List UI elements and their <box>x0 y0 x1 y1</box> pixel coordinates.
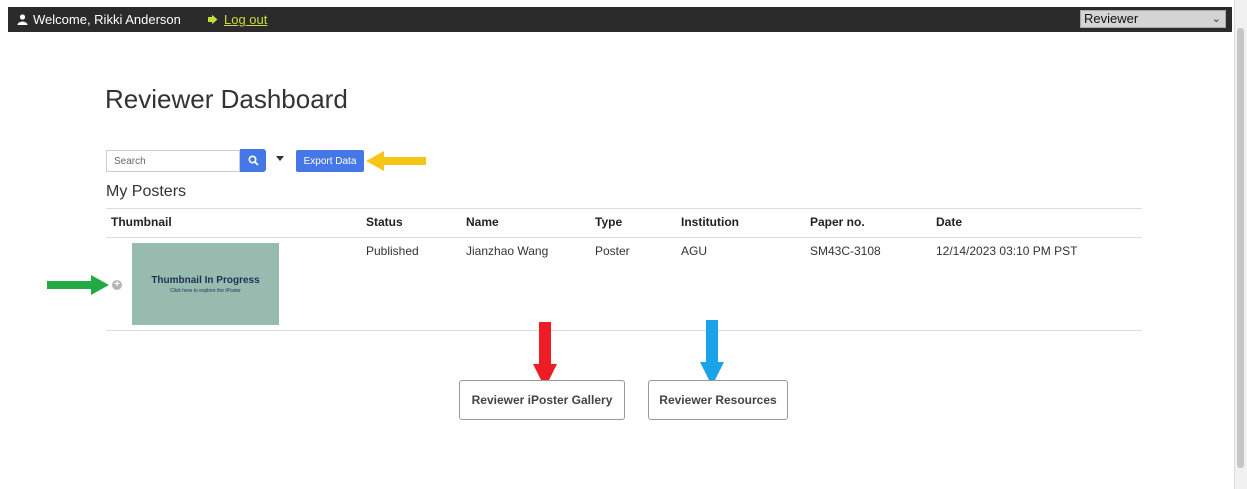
logout-icon <box>208 14 218 25</box>
export-data-button[interactable]: Export Data <box>296 150 364 172</box>
table-bottom-rule <box>106 330 1142 331</box>
yellow-arrow-annotation <box>366 151 426 171</box>
reviewer-gallery-button[interactable]: Reviewer iPoster Gallery <box>459 380 625 420</box>
blue-arrow-annotation <box>700 320 724 386</box>
welcome-area: Welcome, Rikki Anderson <box>17 12 181 27</box>
header-paper-no: Paper no. <box>810 215 865 229</box>
green-arrow-annotation <box>47 275 109 295</box>
user-icon <box>17 14 28 25</box>
section-title: My Posters <box>106 183 187 200</box>
header-status: Status <box>366 215 403 229</box>
scrollbar-thumb[interactable] <box>1237 28 1244 468</box>
reviewer-resources-button[interactable]: Reviewer Resources <box>648 380 788 420</box>
poster-thumbnail[interactable]: Thumbnail In Progress Click here to expl… <box>132 243 279 325</box>
cell-date: 12/14/2023 03:10 PM PST <box>936 244 1078 258</box>
logout-area[interactable]: Log out <box>207 12 267 27</box>
cell-type: Poster <box>595 244 630 258</box>
page-title: Reviewer Dashboard <box>105 84 348 114</box>
cell-paper-no: SM43C-3108 <box>810 244 881 258</box>
top-bar: Welcome, Rikki Anderson Log out Reviewer… <box>8 7 1232 32</box>
search-icon <box>247 155 259 166</box>
search-input[interactable] <box>106 150 240 172</box>
header-institution: Institution <box>681 215 739 229</box>
header-thumbnail: Thumbnail <box>111 215 172 229</box>
logout-link[interactable]: Log out <box>224 12 267 27</box>
cell-name: Jianzhao Wang <box>466 244 549 258</box>
thumbnail-title: Thumbnail In Progress <box>151 275 260 286</box>
header-name: Name <box>466 215 499 229</box>
thumbnail-caption: Click here to explore the iPoster <box>170 288 241 294</box>
chevron-down-icon: ⌄ <box>1211 13 1221 25</box>
header-date: Date <box>936 215 963 229</box>
cell-status: Published <box>366 244 419 258</box>
role-select[interactable]: Reviewer ⌄ <box>1080 10 1226 28</box>
table-top-rule <box>106 208 1142 209</box>
page-scrollbar[interactable] <box>1234 0 1247 489</box>
welcome-text: Welcome, Rikki Anderson <box>33 12 181 27</box>
table-header-rule <box>106 237 1142 238</box>
header-type: Type <box>595 215 623 229</box>
cell-institution: AGU <box>681 244 708 258</box>
red-arrow-annotation <box>533 322 557 388</box>
search-button[interactable] <box>240 149 266 172</box>
role-select-value: Reviewer <box>1084 11 1139 26</box>
caret-down-icon[interactable] <box>276 156 284 161</box>
plus-circle-icon[interactable]: + <box>112 280 122 290</box>
